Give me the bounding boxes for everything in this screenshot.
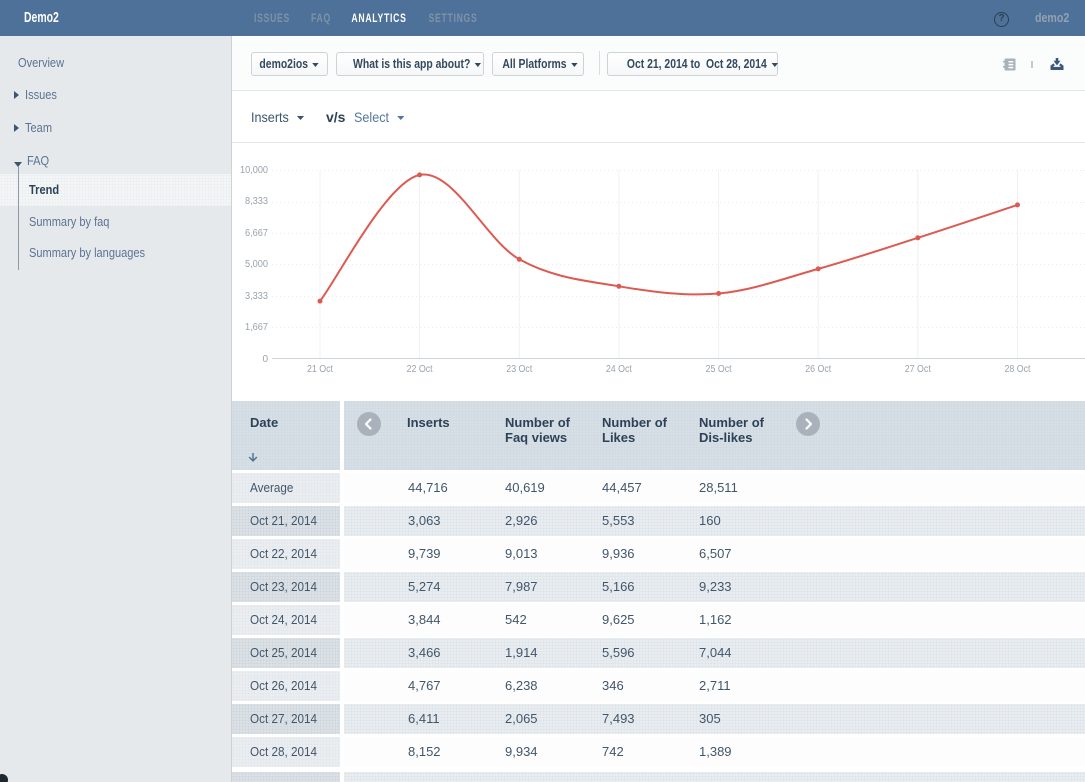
svg-text:22 Oct: 22 Oct <box>407 364 433 375</box>
svg-text:3,333: 3,333 <box>245 291 268 302</box>
svg-text:8,333: 8,333 <box>245 196 268 207</box>
svg-text:5,000: 5,000 <box>245 259 268 270</box>
svg-text:24 Oct: 24 Oct <box>606 364 632 375</box>
svg-text:27 Oct: 27 Oct <box>905 364 931 375</box>
svg-text:28 Oct: 28 Oct <box>1005 364 1031 375</box>
svg-text:6,667: 6,667 <box>245 228 268 239</box>
svg-text:10,000: 10,000 <box>240 165 268 176</box>
svg-text:25 Oct: 25 Oct <box>706 364 732 375</box>
svg-text:0: 0 <box>262 354 268 365</box>
svg-text:1,667: 1,667 <box>245 322 268 333</box>
svg-text:23 Oct: 23 Oct <box>506 364 532 375</box>
svg-text:21 Oct: 21 Oct <box>307 364 333 375</box>
svg-text:26 Oct: 26 Oct <box>805 364 831 375</box>
